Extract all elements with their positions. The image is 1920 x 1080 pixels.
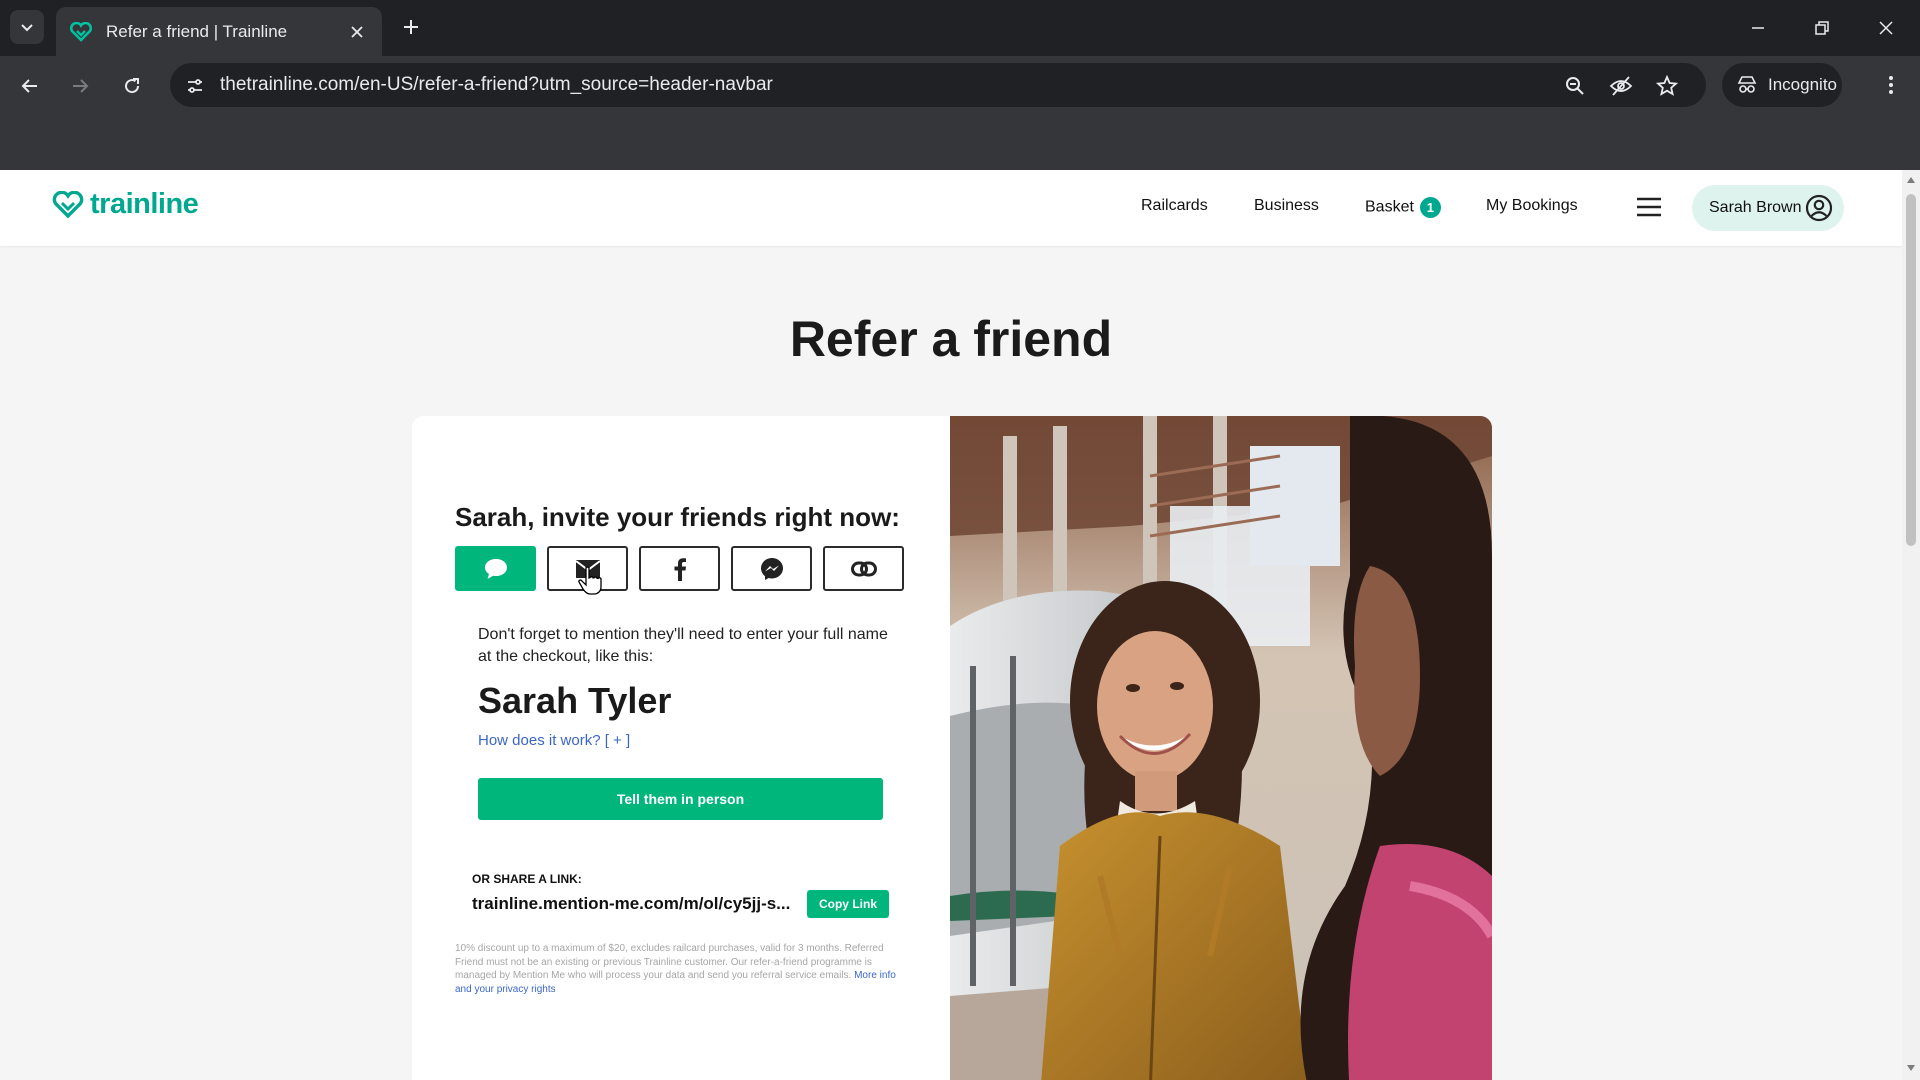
- how-does-it-work-link[interactable]: How does it work? [ + ]: [478, 732, 630, 749]
- site-header: trainline Railcards Business Basket 1 My …: [0, 170, 1902, 246]
- share-facebook-button[interactable]: [639, 546, 720, 591]
- zoom-icon: [1566, 77, 1584, 95]
- fineprint-text: 10% discount up to a maximum of $20, exc…: [455, 943, 884, 981]
- logo-text: trainline: [90, 188, 199, 220]
- trainline-heart-icon: [52, 190, 84, 218]
- platform-photo: [950, 416, 1492, 1080]
- link-icon: [850, 561, 877, 576]
- tab-close-button[interactable]: [346, 21, 368, 43]
- close-window-button[interactable]: [1868, 10, 1904, 46]
- referral-card: Sarah, invite your friends right now: Do…: [412, 416, 1492, 1080]
- referral-panel: Sarah, invite your friends right now: Do…: [412, 416, 950, 1080]
- nav-basket[interactable]: Basket 1: [1365, 197, 1441, 218]
- incognito-label: Incognito: [1768, 75, 1837, 94]
- chevron-down-icon: [21, 24, 33, 32]
- browser-tab-bar: Refer a friend | Trainline: [0, 0, 1920, 56]
- star-icon: [1656, 75, 1678, 96]
- sms-icon: [484, 558, 507, 579]
- plus-icon: [404, 20, 418, 34]
- hand-cursor-icon: [578, 566, 602, 595]
- zoom-button[interactable]: [1562, 73, 1588, 99]
- site-info-button[interactable]: [182, 73, 208, 99]
- browser-menu-button[interactable]: [1876, 70, 1906, 100]
- share-sms-button[interactable]: [455, 546, 536, 591]
- scroll-up-button[interactable]: [1905, 174, 1917, 186]
- facebook-icon: [674, 557, 686, 581]
- more-vert-icon: [1889, 76, 1893, 94]
- share-messenger-button[interactable]: [731, 546, 812, 591]
- page-title: Refer a friend: [789, 311, 1113, 367]
- restore-button[interactable]: [1804, 10, 1840, 46]
- restore-icon: [1815, 21, 1829, 35]
- arrow-left-icon: [21, 79, 37, 93]
- tab-search-button[interactable]: [10, 10, 44, 44]
- nav-railcards[interactable]: Railcards: [1141, 197, 1208, 215]
- invite-heading: Sarah, invite your friends right now:: [455, 502, 900, 532]
- reload-button[interactable]: [116, 70, 148, 102]
- eye-off-icon: [1609, 76, 1633, 96]
- new-tab-button[interactable]: [396, 12, 426, 42]
- account-name: Sarah Brown: [1709, 199, 1802, 216]
- basket-count-badge: 1: [1419, 197, 1441, 218]
- basket-label: Basket: [1365, 198, 1414, 216]
- url-text[interactable]: thetrainline.com/en-US/refer-a-friend?ut…: [220, 74, 773, 96]
- share-link-label: OR SHARE A LINK:: [472, 872, 582, 886]
- reload-icon: [125, 78, 140, 94]
- minimize-button[interactable]: [1740, 10, 1776, 46]
- bookmarks-bar-area: [0, 114, 1920, 170]
- trainline-logo[interactable]: trainline: [52, 188, 199, 221]
- browser-tab-active[interactable]: Refer a friend | Trainline: [56, 7, 382, 56]
- tab-title: Refer a friend | Trainline: [106, 21, 288, 41]
- tune-icon: [188, 79, 202, 93]
- forward-button[interactable]: [64, 70, 96, 102]
- hamburger-icon: [1637, 197, 1661, 217]
- mention-instructions: Don't forget to mention they'll need to …: [478, 626, 888, 665]
- hamburger-menu-button[interactable]: [1634, 192, 1664, 222]
- trainline-favicon-icon: [70, 21, 92, 42]
- scroll-thumb[interactable]: [1906, 194, 1916, 546]
- incognito-indicator[interactable]: Incognito: [1722, 63, 1842, 107]
- incognito-icon: [1737, 76, 1757, 93]
- user-circle-icon: [1804, 193, 1834, 223]
- triangle-up-icon: [1907, 177, 1915, 183]
- back-button[interactable]: [14, 70, 46, 102]
- account-button[interactable]: Sarah Brown: [1692, 185, 1844, 231]
- address-bar[interactable]: thetrainline.com/en-US/refer-a-friend?ut…: [170, 63, 1706, 107]
- share-link-url[interactable]: trainline.mention-me.com/m/ol/cy5jj-s...: [472, 894, 790, 914]
- nav-my-bookings[interactable]: My Bookings: [1486, 197, 1578, 215]
- fineprint: 10% discount up to a maximum of $20, exc…: [455, 942, 905, 996]
- copy-link-button[interactable]: Copy Link: [807, 890, 889, 918]
- web-page: trainline Railcards Business Basket 1 My …: [0, 170, 1902, 1080]
- triangle-down-icon: [1907, 1065, 1915, 1071]
- messenger-icon: [760, 557, 783, 580]
- scroll-down-button[interactable]: [1905, 1062, 1917, 1074]
- page-scrollbar[interactable]: [1902, 170, 1920, 1080]
- close-icon: [351, 25, 363, 38]
- nav-business[interactable]: Business: [1254, 197, 1319, 215]
- referrer-full-name: Sarah Tyler: [478, 680, 672, 721]
- close-icon: [1879, 21, 1893, 35]
- tracking-protection-button[interactable]: [1608, 73, 1634, 99]
- arrow-right-icon: [73, 79, 89, 93]
- browser-toolbar: thetrainline.com/en-US/refer-a-friend?ut…: [0, 56, 1920, 114]
- minimize-icon: [1752, 27, 1764, 29]
- hero-photo: [950, 416, 1492, 1080]
- share-link-button[interactable]: [823, 546, 904, 591]
- bookmark-button[interactable]: [1654, 73, 1680, 99]
- tell-them-in-person-button[interactable]: Tell them in person: [478, 778, 883, 820]
